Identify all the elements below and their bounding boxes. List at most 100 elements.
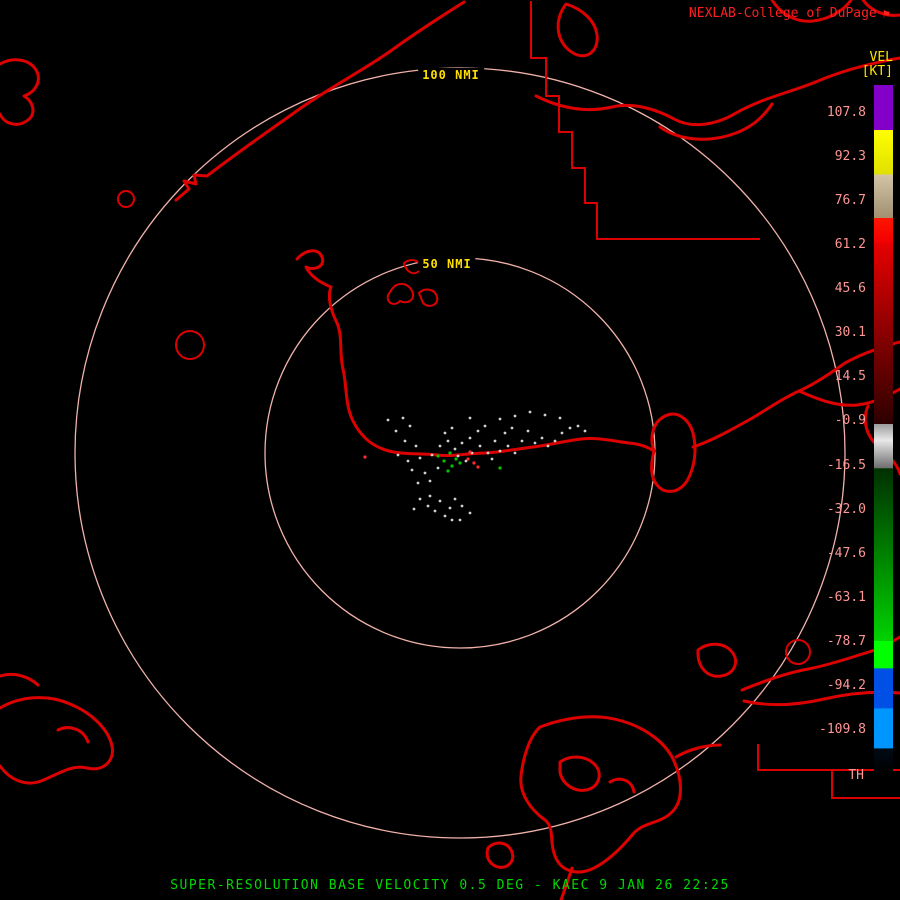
lake-complex-outline bbox=[608, 777, 636, 794]
radar-echo-dot bbox=[498, 466, 502, 470]
radar-echo-dot bbox=[414, 444, 418, 448]
radar-echo-dot bbox=[493, 439, 497, 443]
radar-echo-dot bbox=[456, 454, 460, 458]
radar-echo-dot bbox=[408, 424, 412, 428]
radar-echo-dot bbox=[443, 431, 447, 435]
radar-echo-dot bbox=[438, 444, 442, 448]
island-outline bbox=[0, 696, 114, 785]
island-outline bbox=[485, 841, 515, 869]
range-label-100nmi: 100 NMI bbox=[418, 68, 484, 82]
radar-echo-dot bbox=[472, 461, 476, 465]
border-steps bbox=[530, 1, 760, 240]
radar-echo-dot bbox=[460, 441, 464, 445]
radar-echo-dot bbox=[454, 457, 458, 461]
radar-echo-dot bbox=[560, 431, 564, 435]
radar-echo-dot bbox=[540, 436, 544, 440]
radar-echo-dot bbox=[406, 459, 410, 463]
radar-echo-dot bbox=[412, 507, 416, 511]
radar-echo-dot bbox=[450, 464, 454, 468]
radar-echo-dot bbox=[498, 417, 502, 421]
radar-echo-dot bbox=[401, 416, 405, 420]
radar-echoes-layer bbox=[363, 410, 587, 522]
coastline-path bbox=[0, 672, 40, 687]
radar-echo-dot bbox=[416, 481, 420, 485]
radar-echo-dot bbox=[503, 431, 507, 435]
radar-echo-dot bbox=[448, 451, 452, 455]
radar-echo-dot bbox=[513, 414, 517, 418]
radar-echo-dot bbox=[468, 416, 472, 420]
lake-complex-outline bbox=[519, 715, 682, 874]
range-ring-50nmi bbox=[264, 257, 656, 649]
map-canvas bbox=[0, 0, 900, 900]
radar-echo-dot bbox=[520, 439, 524, 443]
colorbar bbox=[874, 85, 893, 775]
radar-echo-dot bbox=[543, 413, 547, 417]
coastline-path bbox=[295, 249, 656, 458]
radar-echo-dot bbox=[568, 426, 572, 430]
radar-echo-dot bbox=[458, 461, 462, 465]
island-outline bbox=[556, 2, 599, 58]
radar-echo-dot bbox=[403, 439, 407, 443]
radar-echo-dot bbox=[428, 479, 432, 483]
radar-echo-dot bbox=[468, 436, 472, 440]
radar-echo-dot bbox=[498, 449, 502, 453]
radar-echo-dot bbox=[448, 506, 452, 510]
radar-echo-dot bbox=[468, 511, 472, 515]
radar-echo-dot bbox=[506, 444, 510, 448]
radar-echo-dot bbox=[428, 494, 432, 498]
radar-echo-dot bbox=[436, 466, 440, 470]
radar-echo-dot bbox=[446, 469, 450, 473]
radar-echo-dot bbox=[453, 447, 457, 451]
radar-echo-dot bbox=[386, 418, 390, 422]
radar-echo-dot bbox=[576, 424, 580, 428]
radar-echo-dot bbox=[394, 429, 398, 433]
radar-echo-dot bbox=[436, 454, 440, 458]
radar-echo-dot bbox=[476, 429, 480, 433]
island-outline bbox=[0, 58, 40, 126]
island-outline bbox=[696, 642, 737, 678]
radar-echo-dot bbox=[558, 416, 562, 420]
coastline-path bbox=[174, 0, 466, 202]
radar-echo-dot bbox=[410, 468, 414, 472]
radar-echo-dot bbox=[528, 410, 532, 414]
pond-outline bbox=[386, 283, 414, 305]
colorbar-unit-label: VEL bbox=[869, 50, 893, 65]
lake-outline bbox=[117, 190, 135, 208]
pond-outline bbox=[417, 288, 439, 307]
radar-echo-dot bbox=[418, 497, 422, 501]
radar-echo-dot bbox=[490, 457, 494, 461]
radar-echo-dot bbox=[418, 456, 422, 460]
radar-echo-dot bbox=[458, 518, 462, 522]
range-label-50nmi: 50 NMI bbox=[418, 257, 476, 271]
radar-echo-dot bbox=[583, 429, 587, 433]
peninsula-outline bbox=[650, 412, 697, 493]
radar-echo-dot bbox=[363, 455, 367, 459]
header-title: NEXLAB-College of DuPage ⚑ bbox=[689, 6, 890, 21]
product-caption: SUPER-RESOLUTION BASE VELOCITY 0.5 DEG -… bbox=[170, 878, 730, 893]
radar-echo-dot bbox=[510, 426, 514, 430]
lake-complex-outline bbox=[558, 755, 601, 792]
radar-echo-dot bbox=[533, 441, 537, 445]
radar-echo-dot bbox=[468, 450, 472, 454]
radar-echo-dot bbox=[486, 451, 490, 455]
nexlab-logo-icon: ⚑ bbox=[882, 6, 890, 21]
radar-echo-dot bbox=[513, 451, 517, 455]
radar-echo-dot bbox=[446, 439, 450, 443]
radar-echo-dot bbox=[450, 518, 454, 522]
radar-echo-dot bbox=[438, 499, 442, 503]
colorbar-threshold-label: TH bbox=[848, 768, 864, 783]
radar-echo-dot bbox=[466, 457, 470, 461]
radar-echo-dot bbox=[430, 453, 434, 457]
radar-display: 100 NMI 50 NMI NEXLAB-College of DuPage … bbox=[0, 0, 900, 900]
radar-echo-dot bbox=[483, 424, 487, 428]
coastline-path bbox=[56, 726, 90, 744]
colorbar-unit-label: [KT] bbox=[861, 64, 893, 79]
radar-echo-dot bbox=[526, 429, 530, 433]
radar-echo-dot bbox=[423, 471, 427, 475]
radar-echo-dot bbox=[476, 465, 480, 469]
radar-echo-dot bbox=[433, 509, 437, 513]
radar-echo-dot bbox=[460, 504, 464, 508]
radar-echo-dot bbox=[450, 426, 454, 430]
map-layer bbox=[0, 0, 900, 900]
radar-echo-dot bbox=[478, 444, 482, 448]
